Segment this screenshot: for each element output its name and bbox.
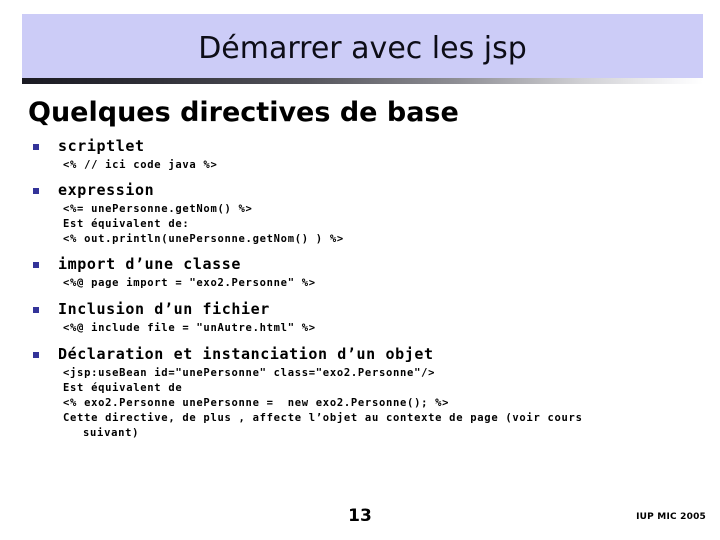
code-line: <%= unePersonne.getNom() %> bbox=[63, 203, 253, 215]
bullet-label: Inclusion d’un fichier bbox=[58, 300, 270, 318]
code-block-scriptlet: <% // ici code java %> bbox=[0, 158, 720, 173]
code-line: <%@ page import = "exo2.Personne" %> bbox=[63, 277, 316, 289]
code-block-expression: <%= unePersonne.getNom() %> Est équivale… bbox=[0, 202, 720, 247]
code-line: <jsp:useBean id="unePersonne" class="exo… bbox=[63, 367, 436, 379]
list-item: expression <%= unePersonne.getNom() %> E… bbox=[0, 180, 720, 247]
square-bullet-icon bbox=[33, 144, 39, 150]
list-item: import d’une classe <%@ page import = "e… bbox=[0, 254, 720, 291]
code-line: Est équivalent de bbox=[63, 382, 183, 394]
code-line: <% out.println(unePersonne.getNom() ) %> bbox=[63, 233, 344, 245]
bullet-label: scriptlet bbox=[58, 137, 145, 155]
code-line: <% // ici code java %> bbox=[63, 159, 218, 171]
square-bullet-icon bbox=[33, 188, 39, 194]
slide-content: Quelques directives de base scriptlet <%… bbox=[0, 96, 720, 443]
bullet-row-expression: expression bbox=[0, 180, 720, 201]
square-bullet-icon bbox=[33, 307, 39, 313]
code-block-declaration: <jsp:useBean id="unePersonne" class="exo… bbox=[0, 366, 720, 441]
code-line-wrapped: Cette directive, de plus , affecte l’obj… bbox=[0, 411, 720, 441]
slide-title-banner: Démarrer avec les jsp bbox=[22, 14, 703, 78]
code-line: Est équivalent de: bbox=[63, 218, 190, 230]
bullet-label: import d’une classe bbox=[58, 255, 241, 273]
code-block-inclusion: <%@ include file = "unAutre.html" %> bbox=[0, 321, 720, 336]
square-bullet-icon bbox=[33, 262, 39, 268]
code-line-wrapped-continuation: suivant) bbox=[83, 427, 140, 439]
list-item: Déclaration et instanciation d’un objet … bbox=[0, 344, 720, 441]
directives-list: scriptlet <% // ici code java %> express… bbox=[0, 136, 720, 441]
bullet-row-scriptlet: scriptlet bbox=[0, 136, 720, 157]
list-item: Inclusion d’un fichier <%@ include file … bbox=[0, 299, 720, 336]
code-block-import: <%@ page import = "exo2.Personne" %> bbox=[0, 276, 720, 291]
bullet-row-import: import d’une classe bbox=[0, 254, 720, 275]
bullet-label: Déclaration et instanciation d’un objet bbox=[58, 345, 434, 363]
bullet-row-declaration: Déclaration et instanciation d’un objet bbox=[0, 344, 720, 365]
page-number: 13 bbox=[348, 506, 372, 526]
code-line-wrapped-first: Cette directive, de plus , affecte l’obj… bbox=[63, 412, 583, 424]
code-line: <%@ include file = "unAutre.html" %> bbox=[63, 322, 316, 334]
bullet-label: expression bbox=[58, 181, 155, 199]
footer-credit: IUP MIC 2005 bbox=[636, 512, 706, 522]
bullet-row-inclusion: Inclusion d’un fichier bbox=[0, 299, 720, 320]
slide-title: Démarrer avec les jsp bbox=[198, 31, 527, 66]
list-item: scriptlet <% // ici code java %> bbox=[0, 136, 720, 173]
title-divider-rule bbox=[22, 78, 703, 84]
page-title: Quelques directives de base bbox=[28, 97, 459, 128]
code-line: <% exo2.Personne unePersonne = new exo2.… bbox=[63, 397, 450, 409]
square-bullet-icon bbox=[33, 352, 39, 358]
